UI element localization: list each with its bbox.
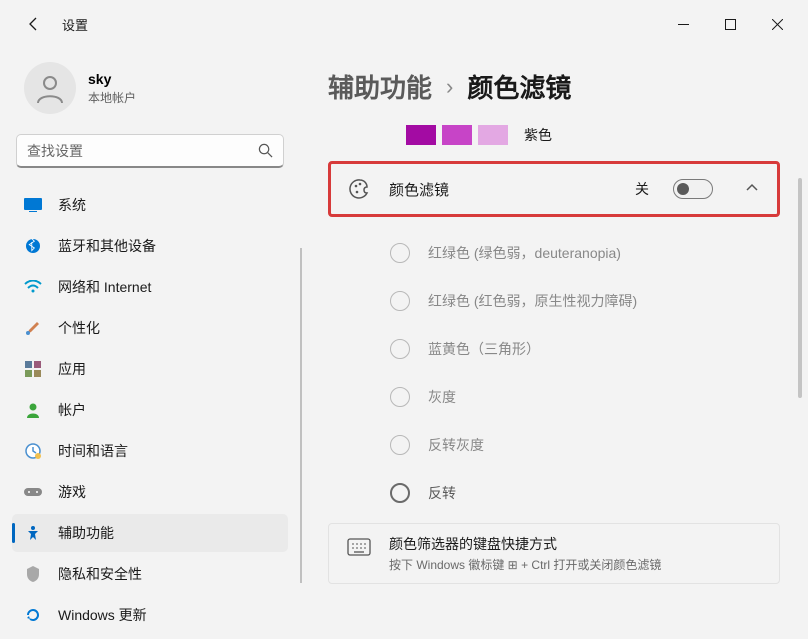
sidebar-item-time[interactable]: 时间和语言	[12, 432, 288, 470]
sidebar-item-gaming[interactable]: 游戏	[12, 473, 288, 511]
sidebar: sky 本地帐户 系统 蓝牙和其他设备 网络和 Internet	[0, 48, 300, 639]
minimize-button[interactable]	[661, 8, 706, 40]
color-label: 紫色	[524, 125, 552, 145]
filter-option[interactable]: 红绿色 (绿色弱，deuteranopia)	[390, 243, 780, 263]
option-label: 蓝黄色（三角形）	[428, 339, 540, 359]
back-button[interactable]	[18, 8, 50, 40]
swatch-light	[478, 125, 508, 145]
clock-icon	[24, 442, 42, 460]
arrow-left-icon	[26, 16, 42, 32]
maximize-button[interactable]	[708, 8, 753, 40]
avatar	[24, 62, 76, 114]
search-box[interactable]	[16, 134, 284, 168]
wifi-icon	[24, 278, 42, 296]
filter-option[interactable]: 红绿色 (红色弱，原生性视力障碍)	[390, 291, 780, 311]
sidebar-item-label: 帐户	[58, 400, 86, 420]
color-preview-row: 紫色	[328, 125, 780, 161]
sidebar-item-label: 应用	[58, 359, 86, 379]
sidebar-item-accessibility[interactable]: 辅助功能	[12, 514, 288, 552]
maximize-icon	[725, 19, 736, 30]
swatch-dark	[406, 125, 436, 145]
brush-icon	[24, 319, 42, 337]
radio-icon	[390, 339, 410, 359]
shield-icon	[24, 565, 42, 583]
filter-option[interactable]: 反转	[390, 483, 780, 503]
person-icon	[33, 71, 67, 105]
search-input[interactable]	[27, 143, 258, 159]
sidebar-item-network[interactable]: 网络和 Internet	[12, 268, 288, 306]
user-block[interactable]: sky 本地帐户	[12, 48, 288, 134]
toggle-state: 关	[635, 179, 649, 199]
page-title: 颜色滤镜	[467, 68, 571, 105]
keyboard-icon	[347, 538, 371, 558]
shortcut-card[interactable]: 颜色筛选器的键盘快捷方式 按下 Windows 徽标键 ⊞ + Ctrl 打开或…	[328, 523, 780, 584]
sidebar-item-label: 系统	[58, 195, 86, 215]
sidebar-item-personalization[interactable]: 个性化	[12, 309, 288, 347]
bluetooth-icon	[24, 237, 42, 255]
sidebar-item-accounts[interactable]: 帐户	[12, 391, 288, 429]
toggle-knob	[677, 183, 689, 195]
chevron-right-icon: ›	[446, 74, 453, 100]
sidebar-item-label: 蓝牙和其他设备	[58, 236, 156, 256]
sidebar-item-update[interactable]: Windows 更新	[12, 596, 288, 634]
radio-icon	[390, 243, 410, 263]
filter-option[interactable]: 蓝黄色（三角形）	[390, 339, 780, 359]
gamepad-icon	[24, 483, 42, 501]
sidebar-item-label: 个性化	[58, 318, 100, 338]
close-icon	[772, 19, 783, 30]
window-title: 设置	[62, 15, 88, 34]
close-button[interactable]	[755, 8, 800, 40]
sidebar-item-label: 隐私和安全性	[58, 564, 142, 584]
apps-icon	[24, 360, 42, 378]
accessibility-icon	[24, 524, 42, 542]
content-scrollbar[interactable]	[798, 178, 802, 398]
sidebar-item-system[interactable]: 系统	[12, 186, 288, 224]
sidebar-item-label: 网络和 Internet	[58, 277, 151, 297]
option-label: 反转灰度	[428, 435, 484, 455]
sidebar-item-privacy[interactable]: 隐私和安全性	[12, 555, 288, 593]
radio-icon	[390, 483, 410, 503]
sidebar-item-label: Windows 更新	[58, 605, 147, 625]
option-label: 红绿色 (红色弱，原生性视力障碍)	[428, 291, 637, 311]
color-filter-toggle[interactable]	[673, 179, 713, 199]
sidebar-item-label: 辅助功能	[58, 523, 114, 543]
filter-options: 红绿色 (绿色弱，deuteranopia) 红绿色 (红色弱，原生性视力障碍)…	[328, 237, 780, 519]
sidebar-item-label: 游戏	[58, 482, 86, 502]
chevron-up-icon[interactable]	[745, 180, 759, 198]
option-label: 红绿色 (绿色弱，deuteranopia)	[428, 243, 621, 263]
username: sky	[88, 71, 136, 87]
radio-icon	[390, 435, 410, 455]
option-label: 反转	[428, 483, 456, 503]
window-controls	[661, 8, 800, 40]
option-label: 灰度	[428, 387, 456, 407]
main: 辅助功能 › 颜色滤镜 紫色 颜色滤镜 关 红绿色 (绿色弱，deuterano…	[300, 48, 808, 639]
account-icon	[24, 401, 42, 419]
shortcut-title: 颜色筛选器的键盘快捷方式	[389, 534, 661, 554]
color-filter-card[interactable]: 颜色滤镜 关	[328, 161, 780, 217]
titlebar: 设置	[0, 0, 808, 48]
filter-option[interactable]: 反转灰度	[390, 435, 780, 455]
radio-icon	[390, 291, 410, 311]
sidebar-item-bluetooth[interactable]: 蓝牙和其他设备	[12, 227, 288, 265]
palette-icon	[349, 178, 371, 200]
sidebar-item-label: 时间和语言	[58, 441, 128, 461]
card-title: 颜色滤镜	[389, 179, 617, 200]
search-icon	[258, 143, 273, 158]
breadcrumb: 辅助功能 › 颜色滤镜	[328, 68, 780, 105]
minimize-icon	[678, 19, 689, 30]
system-icon	[24, 196, 42, 214]
breadcrumb-parent[interactable]: 辅助功能	[328, 68, 432, 105]
radio-icon	[390, 387, 410, 407]
sidebar-item-apps[interactable]: 应用	[12, 350, 288, 388]
swatch-mid	[442, 125, 472, 145]
filter-option[interactable]: 灰度	[390, 387, 780, 407]
account-type: 本地帐户	[88, 89, 136, 106]
update-icon	[24, 606, 42, 624]
shortcut-desc: 按下 Windows 徽标键 ⊞ + Ctrl 打开或关闭颜色滤镜	[389, 556, 661, 573]
nav: 系统 蓝牙和其他设备 网络和 Internet 个性化 应用 帐户	[12, 186, 288, 634]
